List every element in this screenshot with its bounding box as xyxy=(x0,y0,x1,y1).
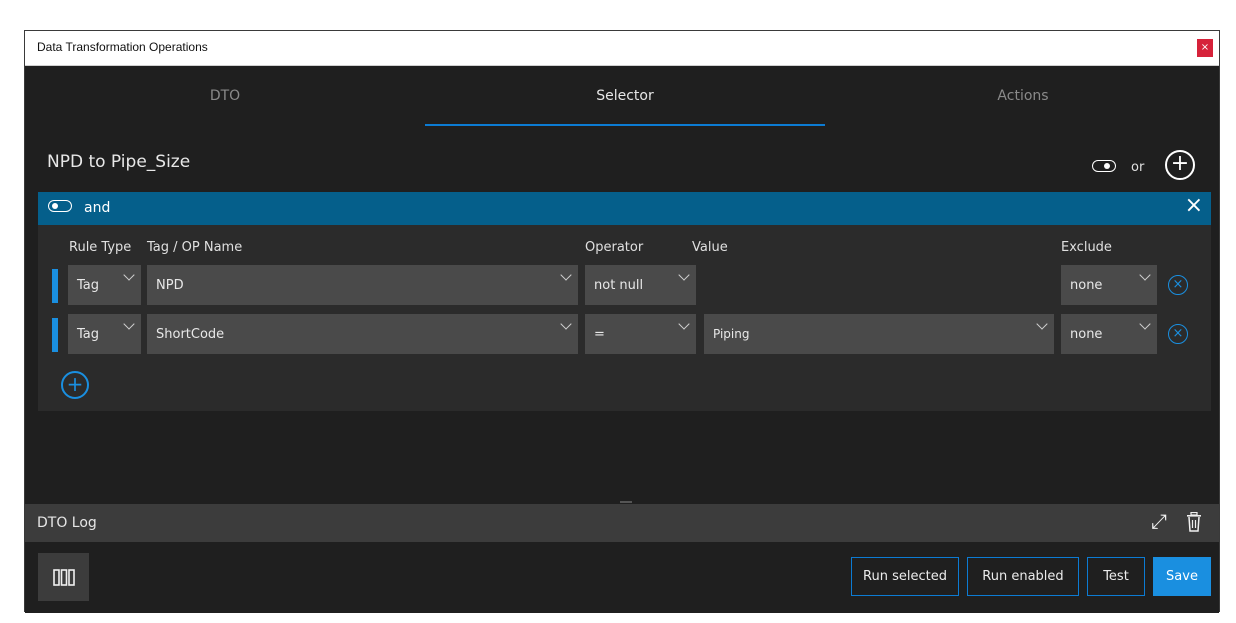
toggle-knob xyxy=(1104,162,1110,169)
run-enabled-button[interactable]: Run enabled xyxy=(967,557,1079,596)
footer: Run selected Run enabled Test Save xyxy=(25,542,1219,613)
or-label: or xyxy=(1131,160,1145,175)
exclude-value: none xyxy=(1070,278,1103,293)
chevron-down-icon xyxy=(678,269,690,281)
rule-row: Tag ShortCode = Piping none × xyxy=(38,314,1211,354)
exclude-dropdown[interactable]: none xyxy=(1061,265,1157,305)
tag-name-value: NPD xyxy=(156,278,184,293)
window-title: Data Transformation Operations xyxy=(37,40,208,54)
column-header-exclude: Exclude xyxy=(1061,240,1112,255)
rule-type-dropdown[interactable]: Tag xyxy=(68,265,141,305)
save-button[interactable]: Save xyxy=(1153,557,1211,596)
column-header-operator: Operator xyxy=(585,240,644,255)
rule-type-value: Tag xyxy=(77,327,100,342)
chevron-down-icon xyxy=(1139,269,1151,281)
value-text: Piping xyxy=(713,327,750,341)
column-header-value: Value xyxy=(692,240,728,255)
title-bar: Data Transformation Operations × xyxy=(25,31,1219,66)
chevron-down-icon xyxy=(678,318,690,330)
chevron-down-icon xyxy=(123,269,135,281)
toggle-knob xyxy=(52,202,58,209)
close-group-icon[interactable]: × xyxy=(1185,193,1203,218)
chevron-down-icon xyxy=(1036,318,1048,330)
dto-log-bar: DTO Log ⤢ xyxy=(25,504,1219,542)
expand-icon[interactable]: ⤢ xyxy=(1151,509,1167,533)
rule-row: Tag NPD not null none × xyxy=(38,265,1211,305)
dto-window: Data Transformation Operations × DTO Sel… xyxy=(24,30,1220,613)
panel-splitter[interactable] xyxy=(620,501,632,503)
row-drag-handle[interactable] xyxy=(52,318,58,352)
add-group-plus-icon[interactable]: + xyxy=(1165,150,1195,180)
rule-type-value: Tag xyxy=(77,278,100,293)
active-tab-indicator xyxy=(425,124,825,126)
operator-dropdown[interactable]: = xyxy=(585,314,696,354)
tab-bar: DTO Selector Actions xyxy=(25,66,1219,126)
exclude-dropdown[interactable]: none xyxy=(1061,314,1157,354)
remove-rule-icon[interactable]: × xyxy=(1168,324,1188,344)
group-header: and × xyxy=(38,192,1211,225)
operator-dropdown[interactable]: not null xyxy=(585,265,696,305)
and-label: and xyxy=(84,200,111,216)
layout-toggle-button[interactable] xyxy=(38,553,89,601)
column-header-tag-name: Tag / OP Name xyxy=(147,240,243,255)
column-header-rule-type: Rule Type xyxy=(69,240,132,255)
tab-selector[interactable]: Selector xyxy=(425,66,825,126)
tag-name-value: ShortCode xyxy=(156,327,225,342)
chevron-down-icon xyxy=(123,318,135,330)
chevron-down-icon xyxy=(560,269,572,281)
chevron-down-icon xyxy=(560,318,572,330)
window-close-button[interactable]: × xyxy=(1197,39,1213,57)
tag-name-dropdown[interactable]: ShortCode xyxy=(147,314,578,354)
operator-value: not null xyxy=(594,278,644,293)
tab-dto[interactable]: DTO xyxy=(25,66,425,126)
run-selected-button[interactable]: Run selected xyxy=(851,557,959,596)
rule-type-dropdown[interactable]: Tag xyxy=(68,314,141,354)
operator-value: = xyxy=(594,327,605,342)
selector-title: NPD to Pipe_Size xyxy=(47,152,191,172)
tag-name-dropdown[interactable]: NPD xyxy=(147,265,578,305)
value-dropdown[interactable]: Piping xyxy=(704,314,1054,354)
exclude-value: none xyxy=(1070,327,1103,342)
tab-actions[interactable]: Actions xyxy=(825,66,1221,126)
chevron-down-icon xyxy=(1139,318,1151,330)
dto-log-label: DTO Log xyxy=(37,515,97,531)
rule-group: Rule Type Tag / OP Name Operator Value E… xyxy=(38,225,1211,411)
or-toggle[interactable] xyxy=(1092,160,1116,172)
and-toggle[interactable] xyxy=(48,200,72,212)
trash-icon[interactable] xyxy=(1186,512,1202,532)
row-drag-handle[interactable] xyxy=(52,269,58,303)
columns-icon xyxy=(53,569,75,586)
add-rule-plus-icon[interactable]: + xyxy=(61,371,89,399)
test-button[interactable]: Test xyxy=(1087,557,1145,596)
remove-rule-icon[interactable]: × xyxy=(1168,275,1188,295)
